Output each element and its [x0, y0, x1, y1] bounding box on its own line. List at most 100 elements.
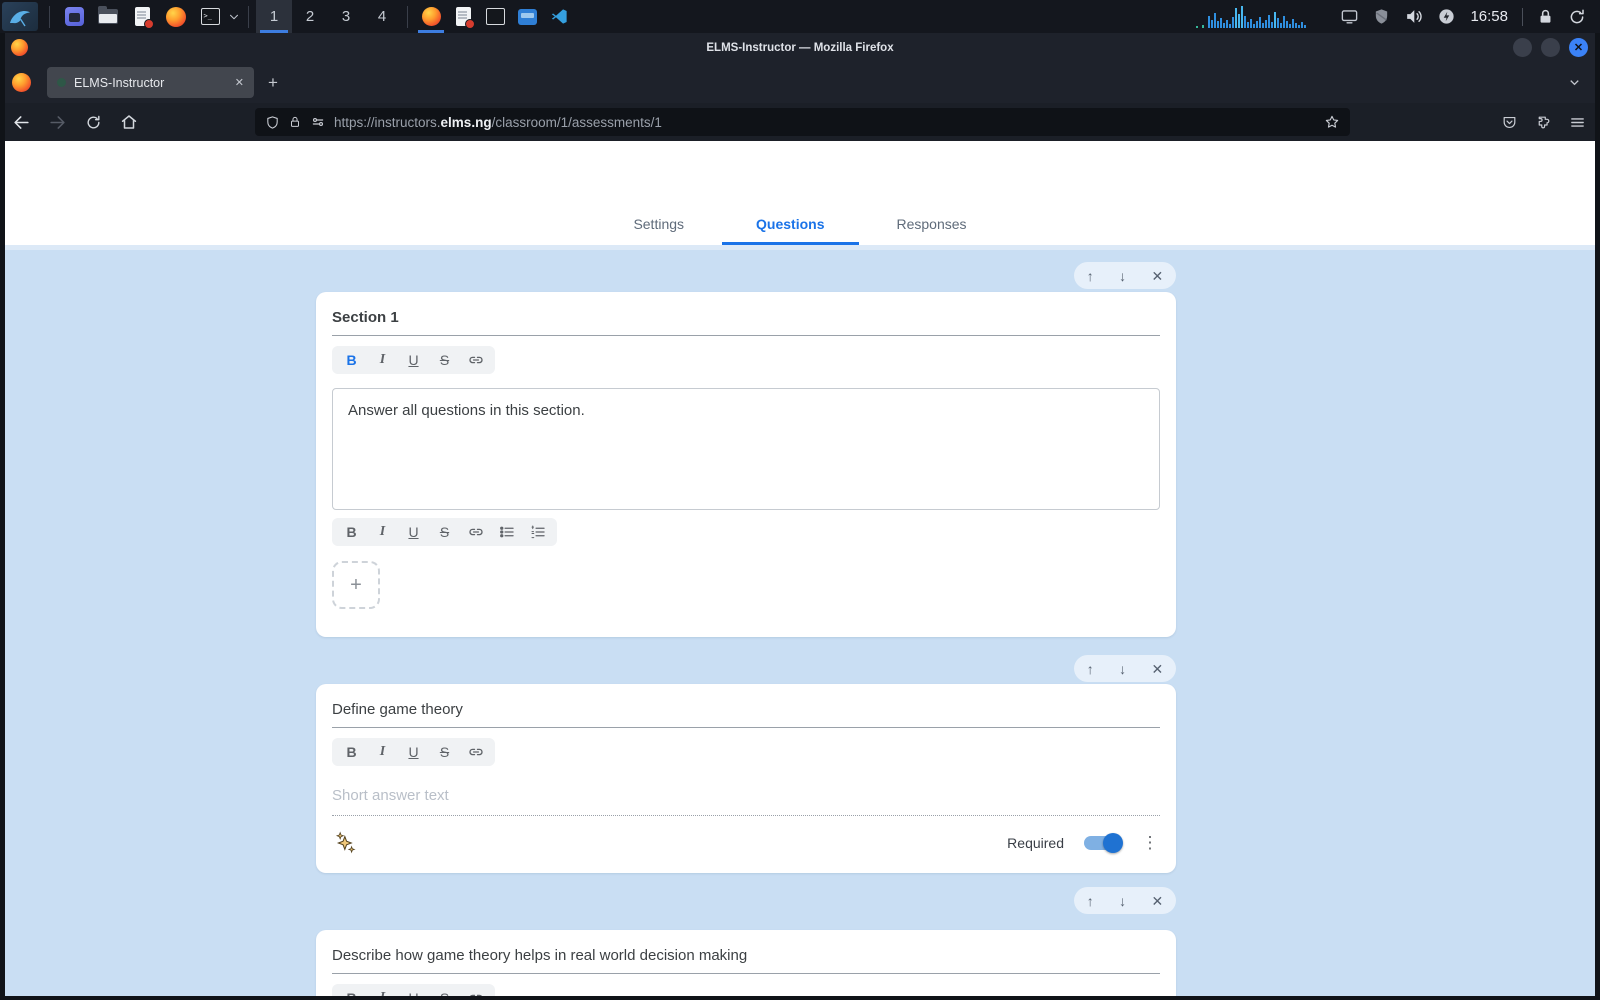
bold-button[interactable]: B: [336, 985, 367, 996]
bold-button[interactable]: B: [336, 739, 367, 765]
add-question-button[interactable]: +: [332, 561, 380, 609]
window-manager-launcher[interactable]: [62, 5, 86, 29]
list-all-tabs-chevron-icon[interactable]: [1567, 75, 1582, 90]
link-button[interactable]: [460, 985, 491, 996]
underline-button[interactable]: U: [398, 985, 429, 996]
browser-tab[interactable]: ELMS-Instructor ✕: [47, 67, 254, 98]
desktop: >_ 1 2 3 4: [0, 0, 1600, 1000]
permissions-icon[interactable]: [310, 114, 326, 130]
display-icon[interactable]: [1340, 7, 1359, 26]
running-app-terminal[interactable]: [479, 0, 511, 33]
move-down-button[interactable]: ↓: [1119, 269, 1126, 283]
reload-button[interactable]: [78, 108, 108, 136]
move-down-button[interactable]: ↓: [1119, 894, 1126, 908]
tab-responses[interactable]: Responses: [863, 205, 1001, 245]
underline-button[interactable]: U: [398, 739, 429, 765]
close-window-button[interactable]: ✕: [1569, 38, 1588, 57]
running-app-vscode[interactable]: [543, 0, 575, 33]
required-toggle[interactable]: [1084, 836, 1120, 850]
url-text[interactable]: https://instructors.elms.ng/classroom/1/…: [334, 115, 662, 130]
audio-visualizer-graph: [1194, 4, 1326, 30]
question-title-input[interactable]: Describe how game theory helps in real w…: [332, 930, 1160, 974]
tray-separator: [1522, 8, 1523, 26]
forward-button[interactable]: [42, 108, 72, 136]
italic-button[interactable]: I: [367, 347, 398, 373]
workspace-4-button[interactable]: 4: [364, 0, 400, 33]
minimize-button[interactable]: [1513, 38, 1532, 57]
underline-button[interactable]: U: [398, 347, 429, 373]
text-editor-launcher[interactable]: [130, 5, 154, 29]
taskbar-tray: 16:58: [1194, 0, 1600, 33]
italic-button[interactable]: I: [367, 985, 398, 996]
ai-sparkle-button[interactable]: [332, 829, 360, 857]
menu-hamburger-icon[interactable]: [1569, 114, 1586, 131]
maximize-button[interactable]: [1541, 38, 1560, 57]
tab-close-button[interactable]: ✕: [235, 76, 244, 89]
strikethrough-button[interactable]: S: [429, 739, 460, 765]
italic-button[interactable]: I: [367, 519, 398, 545]
italic-button[interactable]: I: [367, 739, 398, 765]
tab-questions[interactable]: Questions: [722, 205, 858, 245]
kali-logo-icon: [8, 6, 32, 28]
launcher-dropdown-chevron-icon[interactable]: [227, 10, 241, 24]
bookmark-star-icon[interactable]: [1324, 114, 1340, 130]
strikethrough-button[interactable]: S: [429, 519, 460, 545]
running-app-files[interactable]: [511, 0, 543, 33]
edit-badge-icon: [465, 19, 475, 29]
link-button[interactable]: [460, 347, 491, 373]
firefox-launcher[interactable]: [164, 5, 188, 29]
underline-button[interactable]: U: [398, 519, 429, 545]
extensions-puzzle-icon[interactable]: [1535, 114, 1552, 131]
back-button[interactable]: [6, 108, 36, 136]
move-down-button[interactable]: ↓: [1119, 662, 1126, 676]
tab-favicon: [57, 78, 66, 87]
applications-menu-button[interactable]: [2, 2, 38, 31]
security-shield-icon[interactable]: [1373, 7, 1390, 26]
running-app-firefox[interactable]: [415, 0, 447, 33]
session-logout-icon[interactable]: [1568, 8, 1586, 26]
firefox-titlebar[interactable]: ELMS-Instructor — Mozilla Firefox ✕: [0, 33, 1600, 62]
file-manager-launcher[interactable]: [96, 5, 120, 29]
workspace-3-button[interactable]: 3: [328, 0, 364, 33]
delete-card-button[interactable]: ✕: [1152, 894, 1164, 908]
volume-icon[interactable]: [1404, 7, 1423, 26]
workspace-1-button[interactable]: 1: [256, 0, 292, 33]
more-options-button[interactable]: ⋮: [1140, 833, 1160, 853]
pocket-icon[interactable]: [1501, 114, 1518, 131]
folder-icon: [98, 9, 118, 24]
numbered-list-button[interactable]: [522, 519, 553, 545]
workspace-2-button[interactable]: 2: [292, 0, 328, 33]
terminal-icon: >_: [201, 8, 220, 25]
home-button[interactable]: [114, 108, 144, 136]
section-title-input[interactable]: Section 1: [332, 292, 1160, 336]
tracking-shield-icon[interactable]: [265, 115, 280, 130]
delete-card-button[interactable]: ✕: [1152, 662, 1164, 676]
move-up-button[interactable]: ↑: [1087, 269, 1094, 283]
new-tab-button[interactable]: +: [268, 73, 278, 93]
url-bar[interactable]: https://instructors.elms.ng/classroom/1/…: [255, 108, 1350, 136]
move-up-button[interactable]: ↑: [1087, 894, 1094, 908]
lock-screen-icon[interactable]: [1537, 8, 1554, 26]
move-up-button[interactable]: ↑: [1087, 662, 1094, 676]
delete-card-button[interactable]: ✕: [1152, 269, 1164, 283]
tab-settings[interactable]: Settings: [599, 205, 718, 245]
link-button[interactable]: [460, 519, 491, 545]
bold-button[interactable]: B: [336, 519, 367, 545]
strikethrough-button[interactable]: S: [429, 985, 460, 996]
short-answer-preview: Short answer text: [332, 787, 1160, 816]
terminal-launcher[interactable]: >_: [198, 5, 222, 29]
bullet-list-button[interactable]: [491, 519, 522, 545]
clock[interactable]: 16:58: [1470, 8, 1508, 25]
window-title: ELMS-Instructor — Mozilla Firefox: [0, 42, 1600, 54]
https-lock-icon[interactable]: [288, 115, 302, 129]
question-title-input[interactable]: Define game theory: [332, 684, 1160, 728]
bullet-list-icon: [498, 523, 516, 541]
section-card: Section 1 B I U S Answer all questions i…: [316, 292, 1176, 637]
bold-button[interactable]: B: [336, 347, 367, 373]
power-manager-icon[interactable]: [1437, 7, 1456, 26]
strikethrough-button[interactable]: S: [429, 347, 460, 373]
section-description-textarea[interactable]: Answer all questions in this section.: [332, 388, 1160, 510]
document-icon: [456, 7, 471, 26]
running-app-editor[interactable]: [447, 0, 479, 33]
link-button[interactable]: [460, 739, 491, 765]
